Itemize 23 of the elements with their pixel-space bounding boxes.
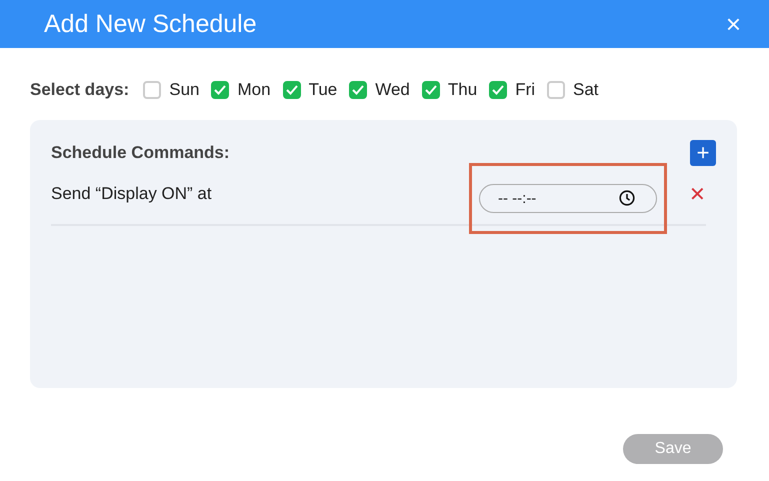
- days-label: Select days:: [30, 80, 130, 100]
- add-button[interactable]: +: [690, 140, 716, 166]
- close-button[interactable]: ×: [722, 11, 745, 37]
- day-checkbox[interactable]: [422, 81, 440, 99]
- day-label: Tue: [308, 80, 338, 100]
- day-label: Mon: [237, 80, 271, 100]
- time-field[interactable]: -- --:--: [479, 184, 657, 213]
- remove-button[interactable]: ✕: [689, 182, 706, 206]
- day-label: Thu: [448, 80, 478, 100]
- day-checkbox[interactable]: [489, 81, 508, 99]
- day-checkbox[interactable]: [143, 81, 162, 99]
- day-label: Sun: [169, 80, 200, 100]
- command-label: Send “Display ON” at: [51, 184, 212, 204]
- clock-icon: [619, 190, 635, 206]
- day-label: Wed: [375, 80, 410, 100]
- day-checkbox[interactable]: [349, 81, 368, 99]
- day-checkbox[interactable]: [211, 81, 230, 99]
- window-title: Add New Schedule: [44, 10, 257, 38]
- day-label: Fri: [515, 80, 536, 100]
- section-title: Schedule Commands:: [51, 143, 230, 163]
- day-checkbox[interactable]: [282, 81, 301, 99]
- day-checkbox[interactable]: [547, 81, 566, 99]
- day-label: Sat: [573, 80, 599, 100]
